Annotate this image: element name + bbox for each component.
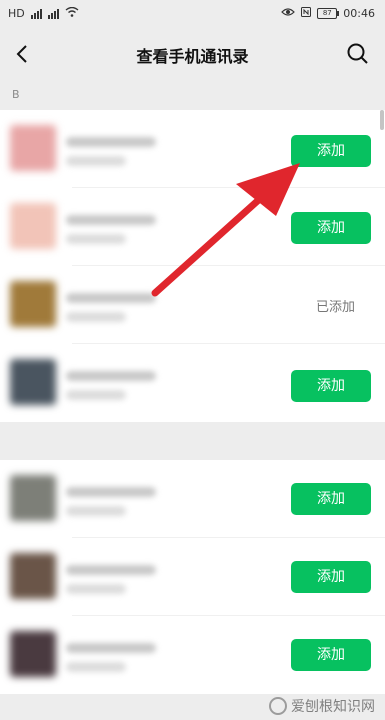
avatar: [10, 553, 56, 599]
nav-bar: 查看手机通讯录: [0, 30, 385, 78]
contact-group: 添加 添加 已添加 添加: [0, 110, 385, 422]
add-button[interactable]: 添加: [291, 483, 371, 515]
avatar: [10, 359, 56, 405]
contact-subtitle-blurred: [66, 312, 126, 322]
add-button[interactable]: 添加: [291, 639, 371, 671]
add-button[interactable]: 添加: [291, 370, 371, 402]
avatar: [10, 203, 56, 249]
signal-icon: [30, 8, 42, 19]
scrollbar[interactable]: [380, 110, 384, 130]
contact-subtitle-blurred: [66, 584, 126, 594]
watermark: 爱刨根知识网: [269, 696, 375, 716]
add-button[interactable]: 添加: [291, 561, 371, 593]
page-title: 查看手机通讯录: [136, 47, 249, 66]
contact-name-blurred: [66, 215, 156, 225]
avatar: [10, 631, 56, 677]
contact-row: 添加: [0, 188, 385, 266]
section-header-blurred: [0, 422, 385, 460]
contact-row: 添加: [0, 616, 385, 694]
contact-row: 添加: [0, 110, 385, 188]
search-icon[interactable]: [345, 41, 371, 67]
contact-name-blurred: [66, 565, 156, 575]
contact-name-blurred: [66, 137, 156, 147]
eye-icon: [281, 7, 296, 20]
avatar: [10, 281, 56, 327]
contact-name-blurred: [66, 643, 156, 653]
status-time: 00:46: [343, 7, 375, 20]
status-right: 87 00:46: [281, 7, 375, 20]
watermark-logo-icon: [269, 697, 287, 715]
contact-group: 添加 添加 添加: [0, 460, 385, 694]
contact-row: 添加: [0, 344, 385, 422]
contact-subtitle-blurred: [66, 506, 126, 516]
hd-indicator: HD: [8, 7, 25, 20]
status-bar: HD 87 00:46: [0, 0, 385, 30]
watermark-text: 爱刨根知识网: [291, 699, 375, 715]
contact-subtitle-blurred: [66, 390, 126, 400]
avatar: [10, 475, 56, 521]
add-button[interactable]: 添加: [291, 135, 371, 167]
contact-row: 已添加: [0, 266, 385, 344]
contact-name-blurred: [66, 487, 156, 497]
contact-name-blurred: [66, 293, 156, 303]
contact-row: 添加: [0, 460, 385, 538]
battery-icon: 87: [317, 8, 340, 19]
wifi-icon: [65, 6, 79, 20]
status-left: HD: [8, 6, 79, 20]
contact-subtitle-blurred: [66, 662, 126, 672]
contact-row: 添加: [0, 538, 385, 616]
added-status: 已添加: [315, 300, 355, 315]
contact-subtitle-blurred: [66, 234, 126, 244]
add-button[interactable]: 添加: [291, 212, 371, 244]
contact-subtitle-blurred: [66, 156, 126, 166]
signal-icon-2: [47, 8, 59, 19]
contact-name-blurred: [66, 371, 156, 381]
avatar: [10, 125, 56, 171]
nfc-icon: [301, 7, 312, 20]
section-letter: B: [12, 88, 20, 101]
